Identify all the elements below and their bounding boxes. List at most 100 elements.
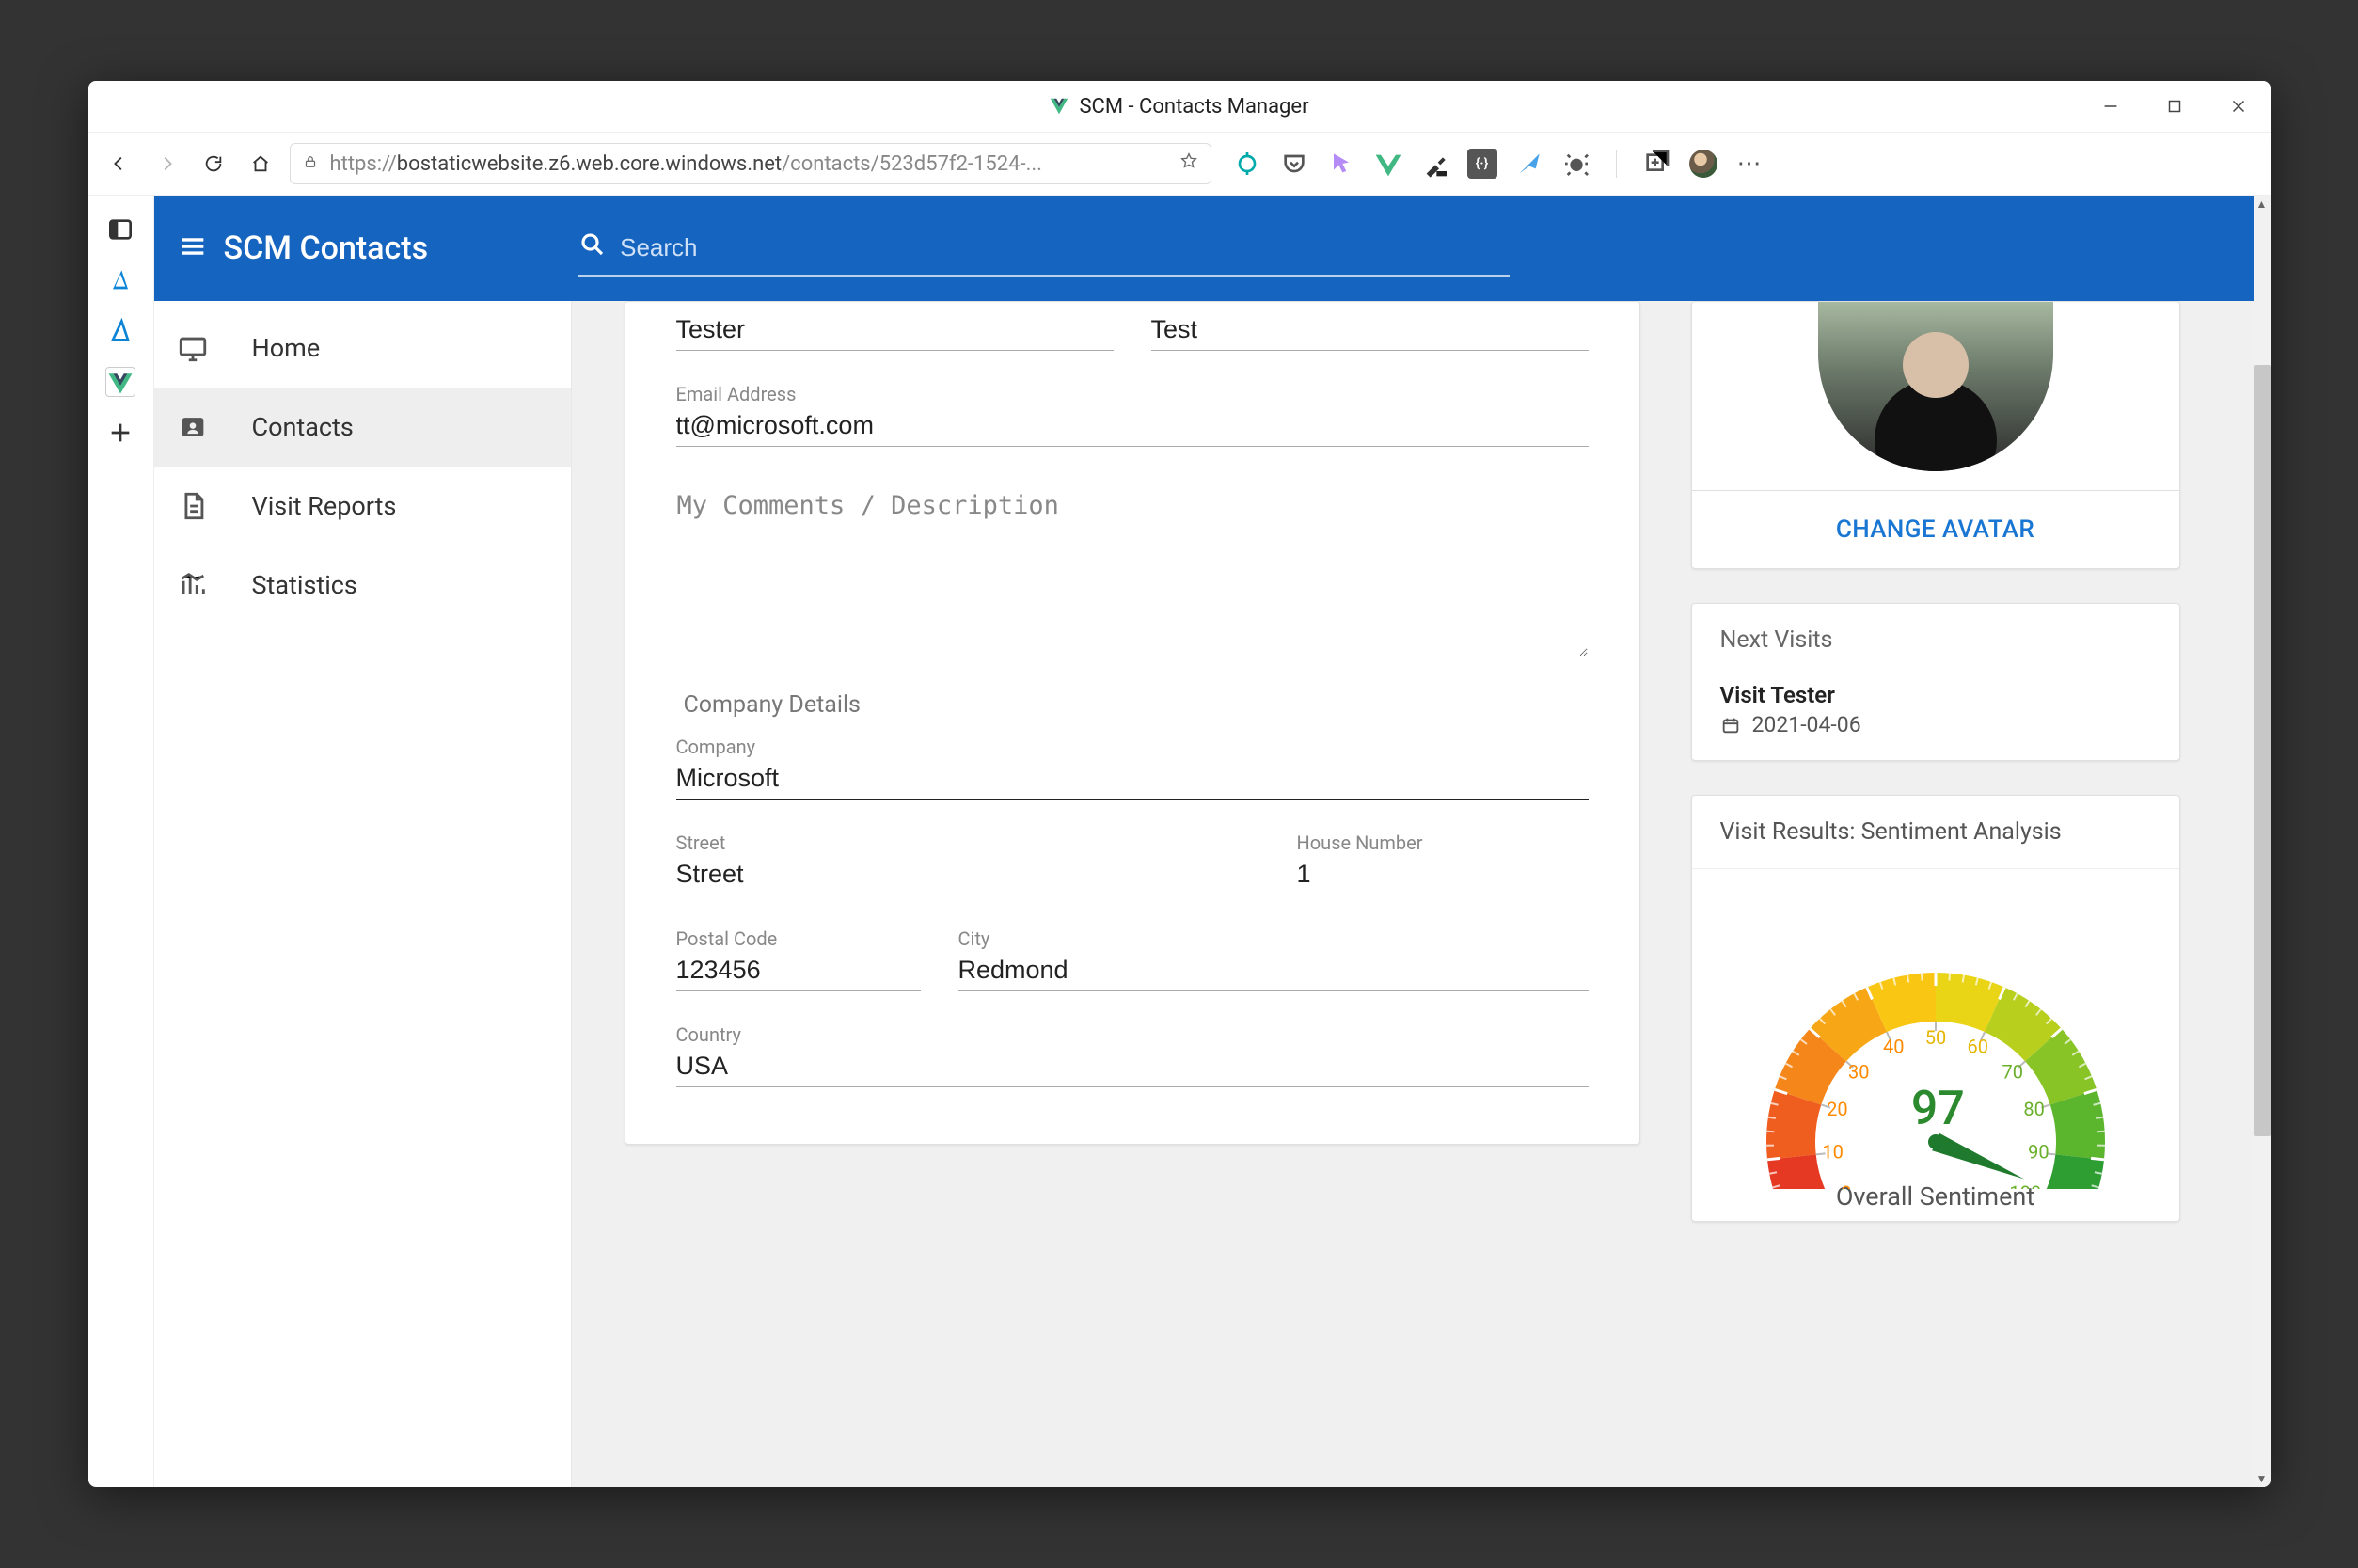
ext-icon-pocket[interactable] [1279, 149, 1309, 179]
sidebar-item-home[interactable]: Home [154, 309, 571, 388]
browser-window: SCM - Contacts Manager [88, 81, 2271, 1487]
vue-icon [1049, 96, 1069, 117]
rail-vue-devtools-icon[interactable] [105, 367, 135, 397]
nav-back-button[interactable] [102, 146, 137, 182]
home-button[interactable] [243, 146, 278, 182]
city-label: City [958, 927, 1589, 950]
lastname-field [1151, 309, 1589, 351]
app-content: Home Contacts Visit Reports [154, 301, 2271, 1487]
minimize-button[interactable] [2079, 81, 2143, 132]
street-label: Street [676, 832, 1259, 854]
sidebar-item-label: Visit Reports [252, 491, 397, 521]
postal-label: Postal Code [676, 927, 921, 950]
ext-icon-brush[interactable] [1420, 149, 1450, 179]
scroll-down-arrow[interactable]: ▼ [2254, 1470, 2271, 1487]
refresh-button[interactable] [196, 146, 231, 182]
email-input[interactable] [676, 405, 1589, 447]
contact-details-card: Email Address Company Details Company [625, 301, 1640, 1145]
rail-panel-icon[interactable] [105, 214, 135, 245]
app-body: SCM Contacts Home [154, 196, 2271, 1487]
rail-azure-outline-icon[interactable] [105, 316, 135, 346]
url-origin: https://bostaticwebsite.z6.web.core.wind… [330, 152, 1042, 176]
app-header: SCM Contacts [154, 196, 2271, 301]
houseno-field: House Number [1297, 832, 1589, 895]
scroll-up-arrow[interactable]: ▲ [2254, 196, 2271, 213]
maximize-button[interactable] [2143, 81, 2207, 132]
right-column: CHANGE AVATAR Next Visits Visit Tester [1691, 301, 2180, 1222]
visit-item-title[interactable]: Visit Tester [1720, 682, 2151, 708]
lastname-input[interactable] [1151, 309, 1589, 351]
sidebar-item-label: Home [252, 333, 321, 363]
svg-text:10: 10 [1822, 1140, 1843, 1163]
toolbar-divider [1616, 150, 1617, 178]
favorite-icon[interactable] [1179, 150, 1199, 177]
ext-icon-json[interactable]: {·} [1467, 149, 1497, 179]
rail-new-tab-icon[interactable] [105, 418, 135, 448]
stats-icon [177, 569, 209, 601]
company-input[interactable] [676, 758, 1589, 800]
profile-avatar-icon[interactable] [1688, 149, 1718, 179]
close-button[interactable] [2207, 81, 2271, 132]
document-icon [177, 490, 209, 522]
extensions-row: {·} ⋯ [1232, 149, 1765, 179]
lock-icon [302, 152, 319, 176]
next-visits-card: Next Visits Visit Tester 2021-04-06 [1691, 603, 2180, 761]
change-avatar-button[interactable]: CHANGE AVATAR [1836, 515, 2034, 544]
sidebar-item-visitreports[interactable]: Visit Reports [154, 467, 571, 546]
next-visits-title: Next Visits [1720, 626, 2151, 654]
svg-text:100: 100 [2009, 1181, 2041, 1189]
search-input[interactable] [620, 233, 1510, 262]
postal-field: Postal Code [676, 927, 921, 991]
gauge-value: 97 [1911, 1082, 1965, 1136]
header-search[interactable] [578, 220, 1510, 277]
more-menu-button[interactable]: ⋯ [1735, 149, 1765, 179]
calendar-icon [1720, 715, 1741, 736]
comments-textarea[interactable] [676, 479, 1589, 657]
vertical-scrollbar[interactable]: ▲ ▼ [2254, 196, 2271, 1487]
country-field: Country [676, 1023, 1589, 1087]
street-input[interactable] [676, 854, 1259, 895]
ext-icon-feather[interactable] [1514, 149, 1544, 179]
postal-input[interactable] [676, 950, 921, 991]
search-icon [578, 230, 607, 265]
country-input[interactable] [676, 1046, 1589, 1087]
collections-icon[interactable] [1641, 149, 1671, 179]
ext-icon-cursor[interactable] [1326, 149, 1356, 179]
rail-azure-icon[interactable] [105, 265, 135, 295]
sentiment-gauge: 0102030405060708090100 97 [1738, 926, 2133, 1189]
svg-text:80: 80 [2023, 1098, 2044, 1120]
nav-forward-button[interactable] [149, 146, 184, 182]
svg-text:0: 0 [1841, 1181, 1851, 1189]
sidebar-item-statistics[interactable]: Statistics [154, 546, 571, 625]
svg-text:50: 50 [1924, 1026, 1945, 1049]
sentiment-card: Visit Results: Sentiment Analysis 010203… [1691, 795, 2180, 1222]
window-title: SCM - Contacts Manager [1079, 95, 1308, 119]
ext-icon-vue[interactable] [1373, 149, 1403, 179]
sidebar-item-contacts[interactable]: Contacts [154, 388, 571, 467]
contact-card-icon [177, 411, 209, 443]
houseno-input[interactable] [1297, 854, 1589, 895]
svg-text:60: 60 [1967, 1036, 1987, 1058]
city-input[interactable] [958, 950, 1589, 991]
hamburger-menu-button[interactable] [177, 230, 209, 266]
svg-text:70: 70 [2002, 1060, 2022, 1083]
comments-field [676, 479, 1589, 661]
ext-icon-click[interactable] [1232, 149, 1262, 179]
devtools-rail [88, 196, 154, 1487]
firstname-input[interactable] [676, 309, 1114, 351]
firstname-field [676, 309, 1114, 351]
svg-text:90: 90 [2028, 1140, 2049, 1163]
houseno-label: House Number [1297, 832, 1589, 854]
browser-toolbar: https://bostaticwebsite.z6.web.core.wind… [88, 132, 2271, 196]
address-bar[interactable]: https://bostaticwebsite.z6.web.core.wind… [290, 143, 1211, 184]
avatar [1818, 302, 2053, 471]
ext-icon-bug[interactable] [1561, 149, 1591, 179]
avatar-card: CHANGE AVATAR [1691, 301, 2180, 569]
scroll-thumb[interactable] [2254, 365, 2271, 1136]
avatar-image [1692, 302, 2179, 490]
company-field: Company [676, 736, 1589, 800]
window-controls [2079, 81, 2271, 132]
sidebar: Home Contacts Visit Reports [154, 301, 572, 1487]
sentiment-title: Visit Results: Sentiment Analysis [1692, 796, 2179, 869]
content-area: Email Address Company Details Company [572, 301, 2271, 1487]
